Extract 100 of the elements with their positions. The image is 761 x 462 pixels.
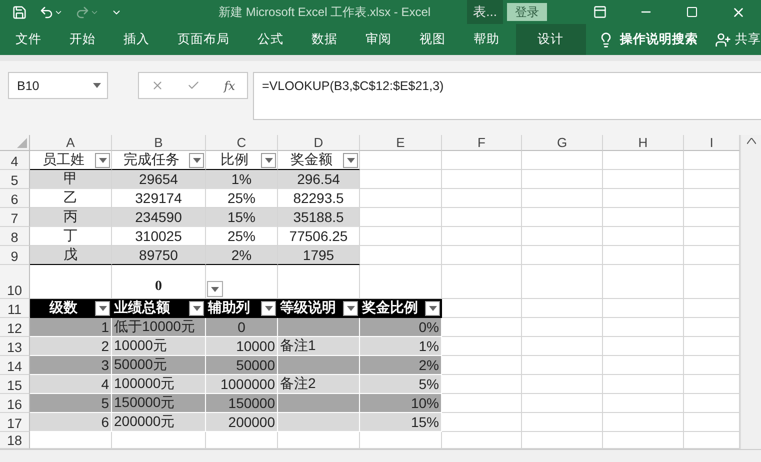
header-cell[interactable]: 级数	[30, 299, 112, 318]
header-cell[interactable]: 完成任务	[112, 151, 206, 170]
table-cell[interactable]: 戊	[30, 246, 112, 266]
table-cell[interactable]: 15%	[360, 413, 442, 432]
header-cell[interactable]: 等级说明	[278, 299, 360, 318]
table-cell[interactable]: 5%	[360, 375, 442, 394]
table-cell[interactable]: 1000000	[206, 375, 278, 394]
filter-button[interactable]	[95, 301, 110, 316]
ribbon-tab[interactable]: 公式	[246, 24, 296, 55]
undo-icon[interactable]	[39, 4, 63, 20]
table-cell[interactable]: 10000元	[112, 337, 206, 356]
selected-cell[interactable]: 0	[112, 265, 206, 300]
table-cell[interactable]: 89750	[112, 246, 206, 266]
insert-function-button[interactable]: fx	[224, 78, 236, 92]
header-cell[interactable]: 员工姓	[30, 151, 112, 170]
filter-button[interactable]	[261, 301, 276, 316]
table-cell[interactable]: 5	[30, 394, 112, 414]
table-cell[interactable]: 10000	[206, 337, 278, 356]
table-cell[interactable]: 200000	[206, 413, 278, 432]
table-cell[interactable]: 25%	[206, 227, 278, 246]
row-number[interactable]: 7	[0, 208, 30, 228]
cancel-icon[interactable]	[150, 79, 164, 92]
column-header[interactable]: D	[278, 135, 360, 152]
table-cell[interactable]: 1	[30, 318, 112, 338]
row-number[interactable]: 12	[0, 318, 30, 338]
header-cell[interactable]: 业绩总额	[112, 299, 206, 318]
column-header[interactable]: H	[603, 135, 684, 152]
ribbon-tab[interactable]: 数据	[300, 24, 350, 55]
table-cell[interactable]: 6	[30, 413, 112, 432]
column-header[interactable]: F	[442, 135, 522, 152]
ribbon-tab[interactable]: 插入	[112, 24, 162, 55]
table-cell[interactable]: 2%	[360, 356, 442, 376]
table-cell[interactable]: 82293.5	[278, 189, 360, 208]
context-tab[interactable]: 表...	[467, 0, 503, 24]
table-cell[interactable]: 2	[30, 337, 112, 356]
ribbon-tab[interactable]: 文件	[4, 24, 54, 55]
name-box[interactable]: B10	[8, 72, 108, 99]
share-button[interactable]: 共享	[735, 31, 761, 48]
row-number[interactable]: 17	[0, 413, 30, 432]
row-number[interactable]: 15	[0, 375, 30, 394]
select-all-icon[interactable]	[17, 138, 27, 148]
column-header[interactable]: C	[206, 135, 278, 152]
table-cell[interactable]: 200000元	[112, 413, 206, 432]
table-cell[interactable]: 0	[206, 318, 278, 338]
table-cell[interactable]: 35188.5	[278, 208, 360, 228]
filter-button[interactable]	[425, 301, 440, 316]
header-cell[interactable]: 比例	[206, 151, 278, 170]
table-cell[interactable]: 50000元	[112, 356, 206, 376]
table-cell[interactable]: 2%	[206, 246, 278, 266]
table-cell[interactable]: 296.54	[278, 170, 360, 190]
column-header[interactable]: A	[30, 135, 112, 152]
row-number[interactable]: 16	[0, 394, 30, 414]
table-cell[interactable]: 100000元	[112, 375, 206, 394]
formula-input[interactable]: =VLOOKUP(B3,$C$12:$E$21,3)	[253, 72, 761, 120]
row-number[interactable]: 11	[0, 299, 30, 318]
table-cell[interactable]: 0%	[360, 318, 442, 338]
table-cell[interactable]: 乙	[30, 189, 112, 208]
table-cell[interactable]: 150000	[206, 394, 278, 414]
table-cell[interactable]: 29654	[112, 170, 206, 190]
table-cell[interactable]: 低于10000元	[112, 318, 206, 338]
row-number[interactable]: 13	[0, 337, 30, 356]
table-cell[interactable]: 150000元	[112, 394, 206, 414]
dropdown-button[interactable]	[207, 281, 223, 298]
table-cell[interactable]: 310025	[112, 227, 206, 246]
table-cell[interactable]: 1%	[206, 170, 278, 190]
column-header[interactable]: E	[360, 135, 442, 152]
ribbon-tab[interactable]: 开始	[58, 24, 108, 55]
row-number[interactable]: 8	[0, 227, 30, 246]
ribbon-tab[interactable]: 帮助	[462, 24, 512, 55]
row-number[interactable]: 14	[0, 356, 30, 376]
table-cell[interactable]: 丙	[30, 208, 112, 228]
table-cell[interactable]: 备注1	[278, 337, 360, 356]
table-cell[interactable]: 25%	[206, 189, 278, 208]
filter-button[interactable]	[343, 301, 358, 316]
row-number[interactable]: 4	[0, 151, 30, 170]
scroll-up-icon[interactable]	[746, 138, 756, 144]
row-number[interactable]: 18	[0, 432, 30, 449]
table-cell[interactable]: 1795	[278, 246, 360, 266]
column-header[interactable]: I	[684, 135, 740, 152]
table-cell[interactable]: 甲	[30, 170, 112, 190]
ribbon-tab[interactable]: 页面布局	[166, 24, 242, 55]
table-cell[interactable]: 15%	[206, 208, 278, 228]
ribbon-tab[interactable]: 设计	[516, 24, 586, 55]
redo-icon[interactable]	[75, 4, 99, 20]
table-cell[interactable]: 234590	[112, 208, 206, 228]
filter-button[interactable]	[189, 301, 204, 316]
row-number[interactable]: 10	[0, 265, 30, 300]
tell-me-search[interactable]: 操作说明搜索	[620, 31, 698, 48]
column-header[interactable]: G	[522, 135, 603, 152]
table-cell[interactable]: 77506.25	[278, 227, 360, 246]
ribbon-tab[interactable]: 审阅	[354, 24, 404, 55]
table-cell[interactable]: 10%	[360, 394, 442, 414]
table-cell[interactable]: 1%	[360, 337, 442, 356]
table-cell[interactable]: 329174	[112, 189, 206, 208]
row-number[interactable]: 5	[0, 170, 30, 190]
table-cell[interactable]: 4	[30, 375, 112, 394]
column-header[interactable]: B	[112, 135, 206, 152]
table-cell[interactable]: 3	[30, 356, 112, 376]
table-cell[interactable]: 丁	[30, 227, 112, 246]
table-cell[interactable]: 50000	[206, 356, 278, 376]
